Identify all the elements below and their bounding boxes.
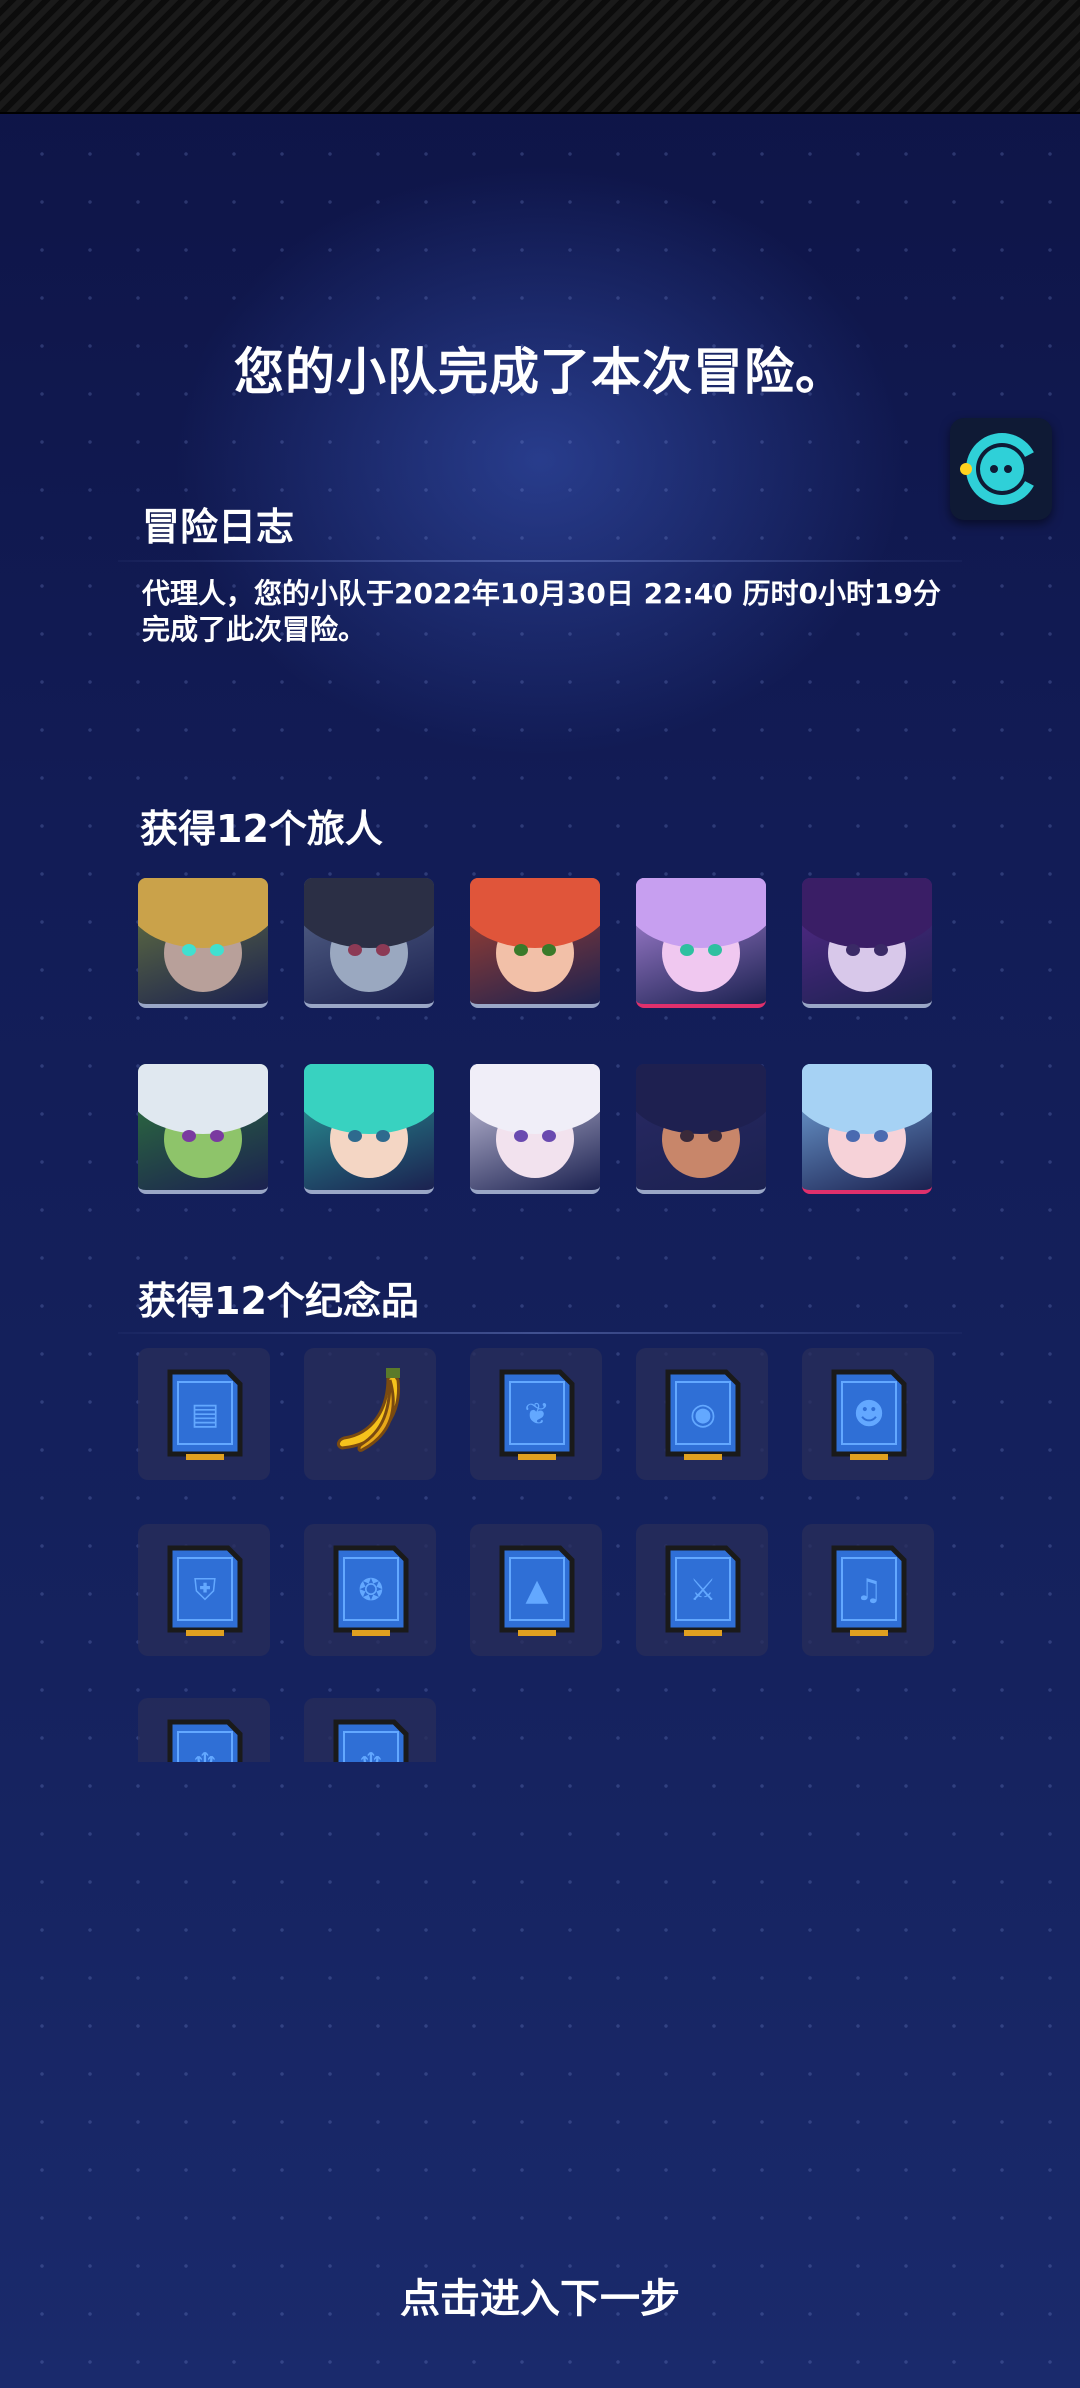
traveler-hair bbox=[304, 878, 434, 948]
status-bar bbox=[0, 0, 1080, 114]
traveler-portrait[interactable] bbox=[636, 878, 766, 1008]
travelers-grid bbox=[138, 878, 932, 1194]
adventure-log-text: 代理人，您的小队于2022年10月30日 22:40 历时0小时19分完成了此次… bbox=[142, 577, 941, 646]
traveler-hair bbox=[802, 878, 932, 948]
traveler-eye bbox=[182, 944, 196, 956]
souvenir-item[interactable]: ⚔ bbox=[636, 1524, 768, 1656]
souvenir-item[interactable]: ❦ bbox=[470, 1348, 602, 1480]
adventure-log-divider bbox=[118, 560, 962, 562]
souvenir-item[interactable]: ▤ bbox=[138, 1348, 270, 1480]
dot-pattern-background bbox=[0, 112, 1080, 2388]
souvenirs-divider bbox=[118, 1332, 962, 1334]
traveler-hair bbox=[470, 878, 600, 948]
souvenirs-overflow-row: ♆♆ bbox=[138, 1698, 438, 1762]
traveler-eye bbox=[846, 1130, 860, 1142]
traveler-eye bbox=[680, 944, 694, 956]
chat-button[interactable] bbox=[950, 418, 1052, 520]
traveler-eye bbox=[348, 1130, 362, 1142]
traveler-portrait[interactable] bbox=[138, 878, 268, 1008]
traveler-eye bbox=[680, 1130, 694, 1142]
shield-card-icon: ⛨ bbox=[167, 1545, 243, 1636]
traveler-eye bbox=[874, 1130, 888, 1142]
traveler-hair bbox=[138, 1064, 268, 1134]
document-card-icon: ▤ bbox=[167, 1369, 243, 1460]
banana-icon bbox=[336, 1368, 401, 1452]
traveler-eye bbox=[210, 1130, 224, 1142]
souvenir-item[interactable]: ❂ bbox=[304, 1524, 436, 1656]
rocket-card-icon: ▲ bbox=[499, 1545, 575, 1636]
souvenir-item[interactable]: ▲ bbox=[470, 1524, 602, 1656]
traveler-eye bbox=[182, 1130, 196, 1142]
souvenirs-heading: 获得12个纪念品 bbox=[138, 1279, 419, 1323]
traveler-portrait[interactable] bbox=[802, 1064, 932, 1194]
traveler-eye bbox=[874, 944, 888, 956]
svg-text:▲: ▲ bbox=[525, 1573, 548, 1608]
traveler-eye bbox=[376, 944, 390, 956]
traveler-eye bbox=[348, 944, 362, 956]
traveler-portrait[interactable] bbox=[470, 878, 600, 1008]
traveler-hair bbox=[636, 878, 766, 948]
traveler-hair bbox=[304, 1064, 434, 1134]
souvenir-item[interactable]: ◉ bbox=[636, 1348, 768, 1480]
traveler-eye bbox=[846, 944, 860, 956]
souvenir-item[interactable]: ♆ bbox=[138, 1698, 270, 1762]
svg-text:⚔: ⚔ bbox=[690, 1573, 717, 1608]
traveler-eye bbox=[514, 944, 528, 956]
sword-card-icon: ⚔ bbox=[665, 1545, 741, 1636]
souvenir-item[interactable]: ♫ bbox=[802, 1524, 934, 1656]
traveler-eye bbox=[708, 944, 722, 956]
svg-text:☻: ☻ bbox=[853, 1397, 884, 1432]
chat-bubble-icon bbox=[960, 433, 1042, 505]
svg-text:♆: ♆ bbox=[358, 1747, 385, 1762]
traveler-eye bbox=[542, 944, 556, 956]
souvenir-item[interactable] bbox=[304, 1348, 436, 1480]
svg-text:▤: ▤ bbox=[191, 1397, 219, 1432]
traveler-hair bbox=[138, 878, 268, 948]
traveler-eye bbox=[708, 1130, 722, 1142]
page-title: 您的小队完成了本次冒险。 bbox=[234, 343, 846, 401]
svg-text:❦: ❦ bbox=[524, 1397, 549, 1432]
cup-card-icon: ♆ bbox=[167, 1719, 243, 1762]
souvenir-item[interactable]: ☻ bbox=[802, 1348, 934, 1480]
svg-text:♆: ♆ bbox=[192, 1747, 219, 1762]
souvenir-item[interactable]: ⛨ bbox=[138, 1524, 270, 1656]
adventure-log-heading: 冒险日志 bbox=[142, 505, 295, 549]
svg-text:⛨: ⛨ bbox=[194, 1573, 217, 1608]
traveler-eye bbox=[542, 1130, 556, 1142]
traveler-hair bbox=[636, 1064, 766, 1134]
traveler-eye bbox=[514, 1130, 528, 1142]
next-step-button[interactable]: 点击进入下一步 bbox=[0, 2266, 1080, 2324]
svg-text:❂: ❂ bbox=[358, 1573, 383, 1608]
travelers-heading: 获得12个旅人 bbox=[140, 807, 383, 851]
traveler-portrait[interactable] bbox=[138, 1064, 268, 1194]
ear-card-icon: ❦ bbox=[499, 1369, 575, 1460]
svg-text:♫: ♫ bbox=[856, 1573, 883, 1608]
cup-card-icon: ♆ bbox=[333, 1719, 409, 1762]
trumpet-card-icon: ♫ bbox=[831, 1545, 907, 1636]
head-card-icon: ☻ bbox=[831, 1369, 907, 1460]
traveler-portrait[interactable] bbox=[304, 1064, 434, 1194]
svg-text:◉: ◉ bbox=[690, 1397, 716, 1432]
traveler-eye bbox=[376, 1130, 390, 1142]
traveler-portrait[interactable] bbox=[636, 1064, 766, 1194]
traveler-portrait[interactable] bbox=[470, 1064, 600, 1194]
traveler-eye bbox=[210, 944, 224, 956]
souvenirs-grid: ▤ ❦ ◉ ☻ ⛨ ❂ ▲ ⚔ ♫ bbox=[138, 1348, 934, 1656]
traveler-hair bbox=[470, 1064, 600, 1134]
traveler-portrait[interactable] bbox=[802, 878, 932, 1008]
brain-card-icon: ❂ bbox=[333, 1545, 409, 1636]
traveler-hair bbox=[802, 1064, 932, 1134]
eye-card-icon: ◉ bbox=[665, 1369, 741, 1460]
traveler-portrait[interactable] bbox=[304, 878, 434, 1008]
souvenir-item[interactable]: ♆ bbox=[304, 1698, 436, 1762]
